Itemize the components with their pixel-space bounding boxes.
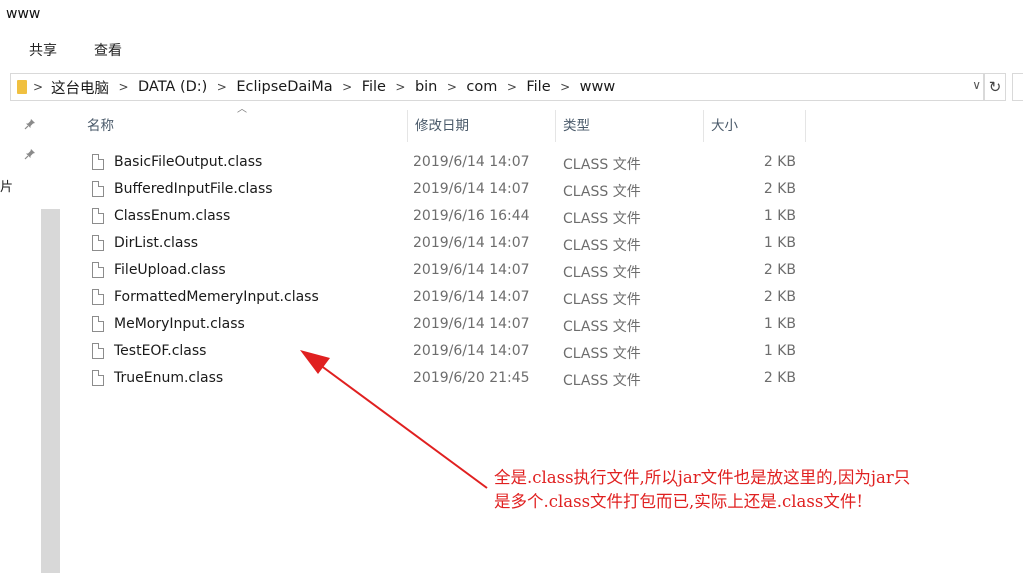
file-size: 2 KB xyxy=(763,262,796,278)
file-type: CLASS 文件 xyxy=(563,184,641,200)
breadcrumb-eclipsedaima[interactable]: EclipseDaiMa xyxy=(236,79,332,95)
breadcrumb-data-drive[interactable]: DATA (D:) xyxy=(138,79,207,95)
file-name: ClassEnum.class xyxy=(114,208,231,224)
file-size: 2 KB xyxy=(763,181,796,197)
annotation-text: 全是.class执行文件,所以jar文件也是放这里的,因为jar只 是多个.cl… xyxy=(494,466,1019,514)
annotation-line-2: 是多个.class文件打包而已,实际上还是.class文件! xyxy=(494,492,863,511)
file-list: BasicFileOutput.class 2019/6/14 14:07 CL… xyxy=(80,151,810,394)
file-size: 2 KB xyxy=(763,370,796,386)
file-name: BasicFileOutput.class xyxy=(114,154,263,170)
file-icon xyxy=(92,235,104,251)
file-row[interactable]: FormattedMemeryInput.class 2019/6/14 14:… xyxy=(80,286,810,313)
file-row[interactable]: MeMoryInput.class 2019/6/14 14:07 CLASS … xyxy=(80,313,810,340)
breadcrumb-www[interactable]: www xyxy=(580,79,616,95)
chevron-right-icon[interactable]: > xyxy=(109,80,138,94)
chevron-right-icon[interactable]: > xyxy=(437,80,466,94)
column-size[interactable]: 大小 xyxy=(704,110,804,142)
file-icon xyxy=(92,289,104,305)
navigation-pane: 片 xyxy=(0,104,60,573)
file-size: 2 KB xyxy=(763,289,796,305)
file-name: FileUpload.class xyxy=(114,262,226,278)
pin-icon[interactable] xyxy=(24,118,36,130)
file-date: 2019/6/16 16:44 xyxy=(413,208,530,224)
address-bar[interactable]: > 这台电脑 > DATA (D:) > EclipseDaiMa > File… xyxy=(10,73,984,101)
navpane-item-label[interactable]: 片 xyxy=(0,176,13,195)
file-date: 2019/6/14 14:07 xyxy=(413,181,530,197)
file-type: CLASS 文件 xyxy=(563,373,641,389)
chevron-right-icon[interactable]: > xyxy=(333,80,362,94)
file-date: 2019/6/14 14:07 xyxy=(413,316,530,332)
file-row[interactable]: ClassEnum.class 2019/6/16 16:44 CLASS 文件… xyxy=(80,205,810,232)
pin-icon[interactable] xyxy=(24,148,36,160)
file-row[interactable]: FileUpload.class 2019/6/14 14:07 CLASS 文… xyxy=(80,259,810,286)
file-type: CLASS 文件 xyxy=(563,211,641,227)
file-icon xyxy=(92,316,104,332)
chevron-right-icon[interactable]: > xyxy=(207,80,236,94)
file-type: CLASS 文件 xyxy=(563,346,641,362)
refresh-icon[interactable]: ↻ xyxy=(984,73,1006,101)
column-name[interactable]: 名称 xyxy=(80,110,408,142)
file-icon xyxy=(92,343,104,359)
annotation-line-1: 全是.class执行文件,所以jar文件也是放这里的,因为jar只 xyxy=(494,468,911,487)
file-date: 2019/6/14 14:07 xyxy=(413,343,530,359)
file-size: 1 KB xyxy=(763,343,796,359)
file-name: FormattedMemeryInput.class xyxy=(114,289,319,305)
breadcrumb-file[interactable]: File xyxy=(362,79,386,95)
file-size: 2 KB xyxy=(763,154,796,170)
file-row[interactable]: TrueEnum.class 2019/6/20 21:45 CLASS 文件 … xyxy=(80,367,810,394)
column-header: ︿ 名称 修改日期 类型 大小 xyxy=(80,104,810,142)
ribbon: 共享 查看 xyxy=(0,36,1023,64)
file-size: 1 KB xyxy=(763,235,796,251)
file-name: MeMoryInput.class xyxy=(114,316,245,332)
file-row[interactable]: DirList.class 2019/6/14 14:07 CLASS 文件 1… xyxy=(80,232,810,259)
search-box[interactable] xyxy=(1012,73,1023,101)
file-date: 2019/6/14 14:07 xyxy=(413,154,530,170)
navpane-scrollbar[interactable] xyxy=(41,209,60,573)
breadcrumb-bin[interactable]: bin xyxy=(415,79,437,95)
file-date: 2019/6/14 14:07 xyxy=(413,262,530,278)
tab-view[interactable]: 查看 xyxy=(94,40,122,60)
breadcrumb-this-pc[interactable]: 这台电脑 xyxy=(51,77,109,98)
file-icon xyxy=(92,262,104,278)
column-date-modified[interactable]: 修改日期 xyxy=(408,110,556,142)
chevron-right-icon[interactable]: > xyxy=(551,80,580,94)
tab-share[interactable]: 共享 xyxy=(29,40,57,60)
breadcrumb: > 这台电脑 > DATA (D:) > EclipseDaiMa > File… xyxy=(33,74,616,100)
breadcrumb-com[interactable]: com xyxy=(466,79,497,95)
file-name: TrueEnum.class xyxy=(114,370,224,386)
breadcrumb-file-2[interactable]: File xyxy=(526,79,550,95)
chevron-right-icon[interactable]: > xyxy=(497,80,526,94)
file-type: CLASS 文件 xyxy=(563,157,641,173)
file-icon xyxy=(92,181,104,197)
file-size: 1 KB xyxy=(763,208,796,224)
file-type: CLASS 文件 xyxy=(563,319,641,335)
file-type: CLASS 文件 xyxy=(563,265,641,281)
file-date: 2019/6/20 21:45 xyxy=(413,370,530,386)
file-row[interactable]: TestEOF.class 2019/6/14 14:07 CLASS 文件 1… xyxy=(80,340,810,367)
chevron-down-icon[interactable]: ∨ xyxy=(972,78,981,92)
file-row[interactable]: BasicFileOutput.class 2019/6/14 14:07 CL… xyxy=(80,151,810,178)
file-type: CLASS 文件 xyxy=(563,292,641,308)
file-icon xyxy=(92,208,104,224)
file-size: 1 KB xyxy=(763,316,796,332)
file-icon xyxy=(92,370,104,386)
file-type: CLASS 文件 xyxy=(563,238,641,254)
address-row: > 这台电脑 > DATA (D:) > EclipseDaiMa > File… xyxy=(0,70,1023,104)
chevron-right-icon[interactable]: > xyxy=(386,80,415,94)
column-type[interactable]: 类型 xyxy=(556,110,704,142)
file-date: 2019/6/14 14:07 xyxy=(413,289,530,305)
chevron-right-icon[interactable]: > xyxy=(25,80,51,94)
file-icon xyxy=(92,154,104,170)
column-divider[interactable] xyxy=(805,110,806,142)
file-name: BufferedInputFile.class xyxy=(114,181,273,197)
window-title: www xyxy=(6,6,41,22)
file-date: 2019/6/14 14:07 xyxy=(413,235,530,251)
file-name: DirList.class xyxy=(114,235,199,251)
file-name: TestEOF.class xyxy=(114,343,207,359)
file-row[interactable]: BufferedInputFile.class 2019/6/14 14:07 … xyxy=(80,178,810,205)
